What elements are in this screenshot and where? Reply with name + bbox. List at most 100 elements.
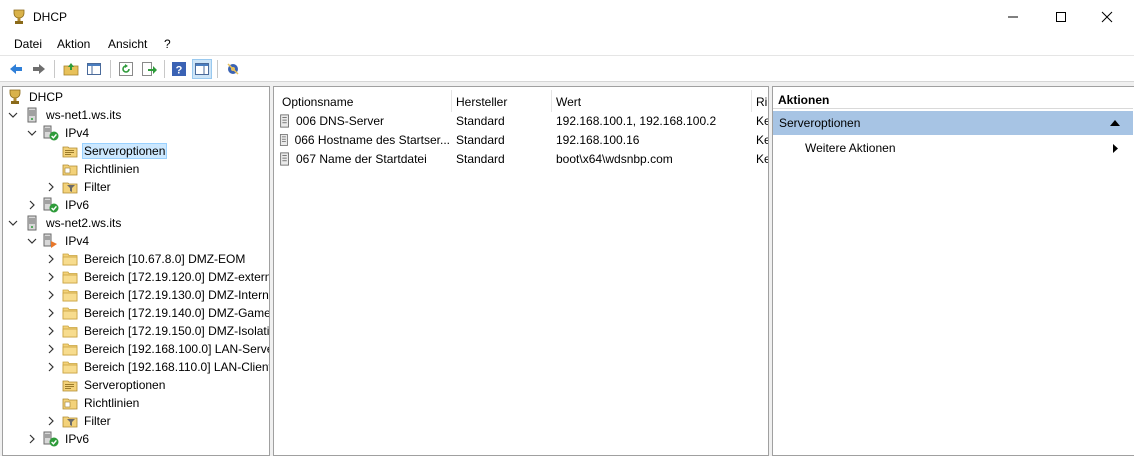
tree-scope-172-19-150-0[interactable]: Bereich [172.19.150.0] DMZ-Isolatic	[44, 322, 270, 340]
tree-label: IPv6	[65, 198, 90, 212]
tree-ipv4-net2[interactable]: IPv4	[25, 232, 91, 250]
option-row-icon	[280, 152, 289, 166]
column-header-optionsname[interactable]: Optionsname	[278, 90, 452, 112]
export-list-icon	[142, 62, 157, 76]
chevron-right-icon[interactable]	[44, 358, 58, 376]
help-button[interactable]: ?	[169, 59, 189, 79]
show-hide-tree-button[interactable]	[84, 59, 104, 79]
show-hide-action-pane-icon	[195, 63, 209, 75]
chevron-right-icon[interactable]	[44, 178, 58, 196]
chevron-down-icon[interactable]	[6, 106, 20, 124]
chevron-right-icon[interactable]	[44, 268, 58, 286]
menu-ansicht[interactable]: Ansicht	[108, 37, 147, 51]
chevron-down-icon[interactable]	[6, 214, 20, 232]
forward-button[interactable]	[29, 59, 49, 79]
chevron-right-icon[interactable]	[25, 430, 39, 448]
tree-scope-172-19-120-0[interactable]: Bereich [172.19.120.0] DMZ-extern	[44, 268, 270, 286]
option-row-icon	[280, 114, 289, 128]
tree-label: ws-net1.ws.its	[46, 108, 122, 122]
back-button[interactable]	[6, 59, 26, 79]
ip-ok-icon	[43, 125, 59, 141]
tree-ipv6-net2[interactable]: IPv6	[25, 430, 91, 448]
tree-label: Bereich [172.19.150.0] DMZ-Isolatic	[84, 324, 270, 338]
up-folder-button[interactable]	[61, 59, 81, 79]
tree-richtlinien-net1[interactable]: Richtlinien	[44, 160, 141, 178]
maximize-icon	[1056, 12, 1066, 22]
export-list-button[interactable]	[139, 59, 159, 79]
tree-server-ws-net2[interactable]: ws-net2.ws.its	[6, 214, 123, 232]
maximize-button[interactable]	[1038, 0, 1084, 34]
menu-datei[interactable]: Datei	[14, 37, 42, 51]
tree-label: Bereich [172.19.120.0] DMZ-extern	[84, 270, 270, 284]
tree-scope-192-168-100-0[interactable]: Bereich [192.168.100.0] LAN-Server	[44, 340, 270, 358]
folder-icon	[62, 361, 78, 374]
column-header-hersteller[interactable]: Hersteller	[452, 90, 552, 112]
chevron-down-icon[interactable]	[25, 124, 39, 142]
menu-aktion[interactable]: Aktion	[57, 37, 90, 51]
console-tree[interactable]: DHCP ws-net1.ws.its IPv4 Serveroptionen Rich…	[2, 86, 270, 456]
cell-optionsname: 006 DNS-Server	[278, 114, 450, 128]
toolbar-separator	[54, 60, 55, 78]
actions-section-serveroptionen[interactable]: Serveroptionen	[773, 111, 1133, 135]
cell-wert: 192.168.100.16	[556, 133, 640, 147]
tree-scope-172-19-130-0[interactable]: Bereich [172.19.130.0] DMZ-Intern	[44, 286, 269, 304]
tree-ipv6-net1[interactable]: IPv6	[25, 196, 91, 214]
back-arrow-icon	[10, 64, 22, 74]
cell-hersteller: Standard	[456, 152, 505, 166]
tree-server-ws-net1[interactable]: ws-net1.ws.its	[6, 106, 123, 124]
option-row-icon	[279, 134, 288, 146]
cell-text: 066 Hostname des Startser...	[294, 133, 450, 147]
chevron-right-icon[interactable]	[44, 322, 58, 340]
dhcp-icon	[9, 89, 21, 104]
close-button[interactable]	[1084, 0, 1130, 34]
chevron-right-icon[interactable]	[25, 196, 39, 214]
table-row[interactable]: 006 DNS-Server Standard 192.168.100.1, 192…	[274, 112, 768, 131]
options-list[interactable]: Optionsname Hersteller Wert Ri 006 DNS-S…	[273, 86, 769, 456]
tree-label: ws-net2.ws.its	[46, 216, 122, 230]
actions-section-label: Serveroptionen	[779, 116, 861, 130]
cell-text: 067 Name der Startdatei	[296, 152, 427, 166]
menu-help[interactable]: ?	[164, 37, 171, 51]
tree-label: Bereich [192.168.100.0] LAN-Server	[84, 342, 270, 356]
tree-filter-net1[interactable]: Filter	[44, 178, 113, 196]
refresh-button[interactable]	[116, 59, 136, 79]
manage-authorized-servers-button[interactable]	[223, 59, 243, 79]
chevron-right-icon[interactable]	[44, 412, 58, 430]
chevron-right-icon[interactable]	[44, 340, 58, 358]
policy-icon	[62, 398, 78, 410]
tree-ipv4-net1[interactable]: IPv4	[25, 124, 91, 142]
chevron-right-icon[interactable]	[44, 304, 58, 322]
folder-icon	[62, 271, 78, 284]
minimize-button[interactable]	[990, 0, 1036, 34]
tree-label: Serveroptionen	[84, 378, 166, 392]
filter-icon	[62, 416, 78, 428]
toolbar-separator	[164, 60, 165, 78]
column-header-richtlinie[interactable]: Ri	[752, 90, 768, 112]
table-row[interactable]: 066 Hostname des Startser... Standard 192.…	[274, 131, 768, 150]
weitere-aktionen-item[interactable]: Weitere Aktionen	[805, 141, 896, 155]
dhcp-window: DHCP Datei Aktion Ansicht ? ? DHCP ws-ne…	[0, 0, 1134, 456]
show-hide-action-pane-button[interactable]	[192, 59, 212, 79]
toolbar: ?	[0, 56, 1134, 82]
table-row[interactable]: 067 Name der Startdatei Standard boot\x64\…	[274, 150, 768, 169]
tree-serveroptionen-net2[interactable]: Serveroptionen	[44, 376, 167, 394]
actions-pane: Aktionen Serveroptionen Weitere Aktionen	[772, 86, 1134, 456]
tree-scope-10-67-8-0[interactable]: Bereich [10.67.8.0] DMZ-EOM	[44, 250, 247, 268]
tree-filter-net2[interactable]: Filter	[44, 412, 113, 430]
column-header-wert[interactable]: Wert	[552, 90, 752, 112]
show-hide-tree-icon	[87, 63, 101, 75]
tree-scope-192-168-110-0[interactable]: Bereich [192.168.110.0] LAN-Client	[44, 358, 269, 376]
tree-scope-172-19-140-0[interactable]: Bereich [172.19.140.0] DMZ-GameZ	[44, 304, 269, 322]
cell-richtlinie: Ke	[756, 133, 768, 147]
chevron-right-icon[interactable]	[44, 286, 58, 304]
chevron-down-icon[interactable]	[25, 232, 39, 250]
cell-hersteller: Standard	[456, 114, 505, 128]
chevron-right-icon[interactable]	[44, 250, 58, 268]
tree-richtlinien-net2[interactable]: Richtlinien	[44, 394, 141, 412]
ip-warn-icon	[43, 233, 57, 248]
folder-icon	[62, 307, 78, 320]
tree-root-dhcp[interactable]: DHCP	[5, 88, 65, 106]
tree-serveroptionen-net1[interactable]: Serveroptionen	[44, 142, 168, 160]
